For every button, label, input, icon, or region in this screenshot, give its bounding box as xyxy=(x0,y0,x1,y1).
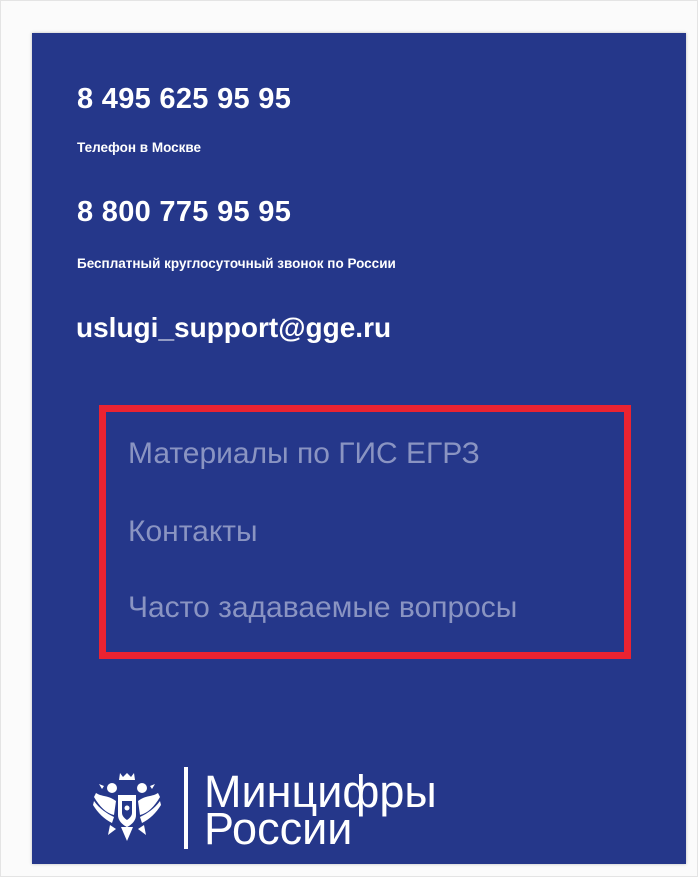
support-email-link[interactable]: uslugi_support@gge.ru xyxy=(76,312,391,344)
logo-text-line2: России xyxy=(204,803,353,854)
double-headed-eagle-icon xyxy=(93,773,161,841)
nav-link-contacts[interactable]: Контакты xyxy=(128,515,258,549)
mintsifry-logo[interactable]: Минцифры России xyxy=(92,753,512,853)
footer-panel: 8 495 625 95 95 Телефон в Москве 8 800 7… xyxy=(32,33,686,864)
screenshot-frame: 8 495 625 95 95 Телефон в Москве 8 800 7… xyxy=(0,0,698,877)
phone-free-caption: Бесплатный круглосуточный звонок по Росс… xyxy=(77,256,396,271)
phone-free[interactable]: 8 800 775 95 95 xyxy=(77,196,291,229)
nav-link-faq[interactable]: Часто задаваемые вопросы xyxy=(128,591,517,625)
phone-moscow-caption: Телефон в Москве xyxy=(77,140,202,155)
nav-link-gis-materials[interactable]: Материалы по ГИС ЕГРЗ xyxy=(128,437,480,471)
logo-divider xyxy=(184,767,188,849)
phone-moscow[interactable]: 8 495 625 95 95 xyxy=(77,83,291,116)
